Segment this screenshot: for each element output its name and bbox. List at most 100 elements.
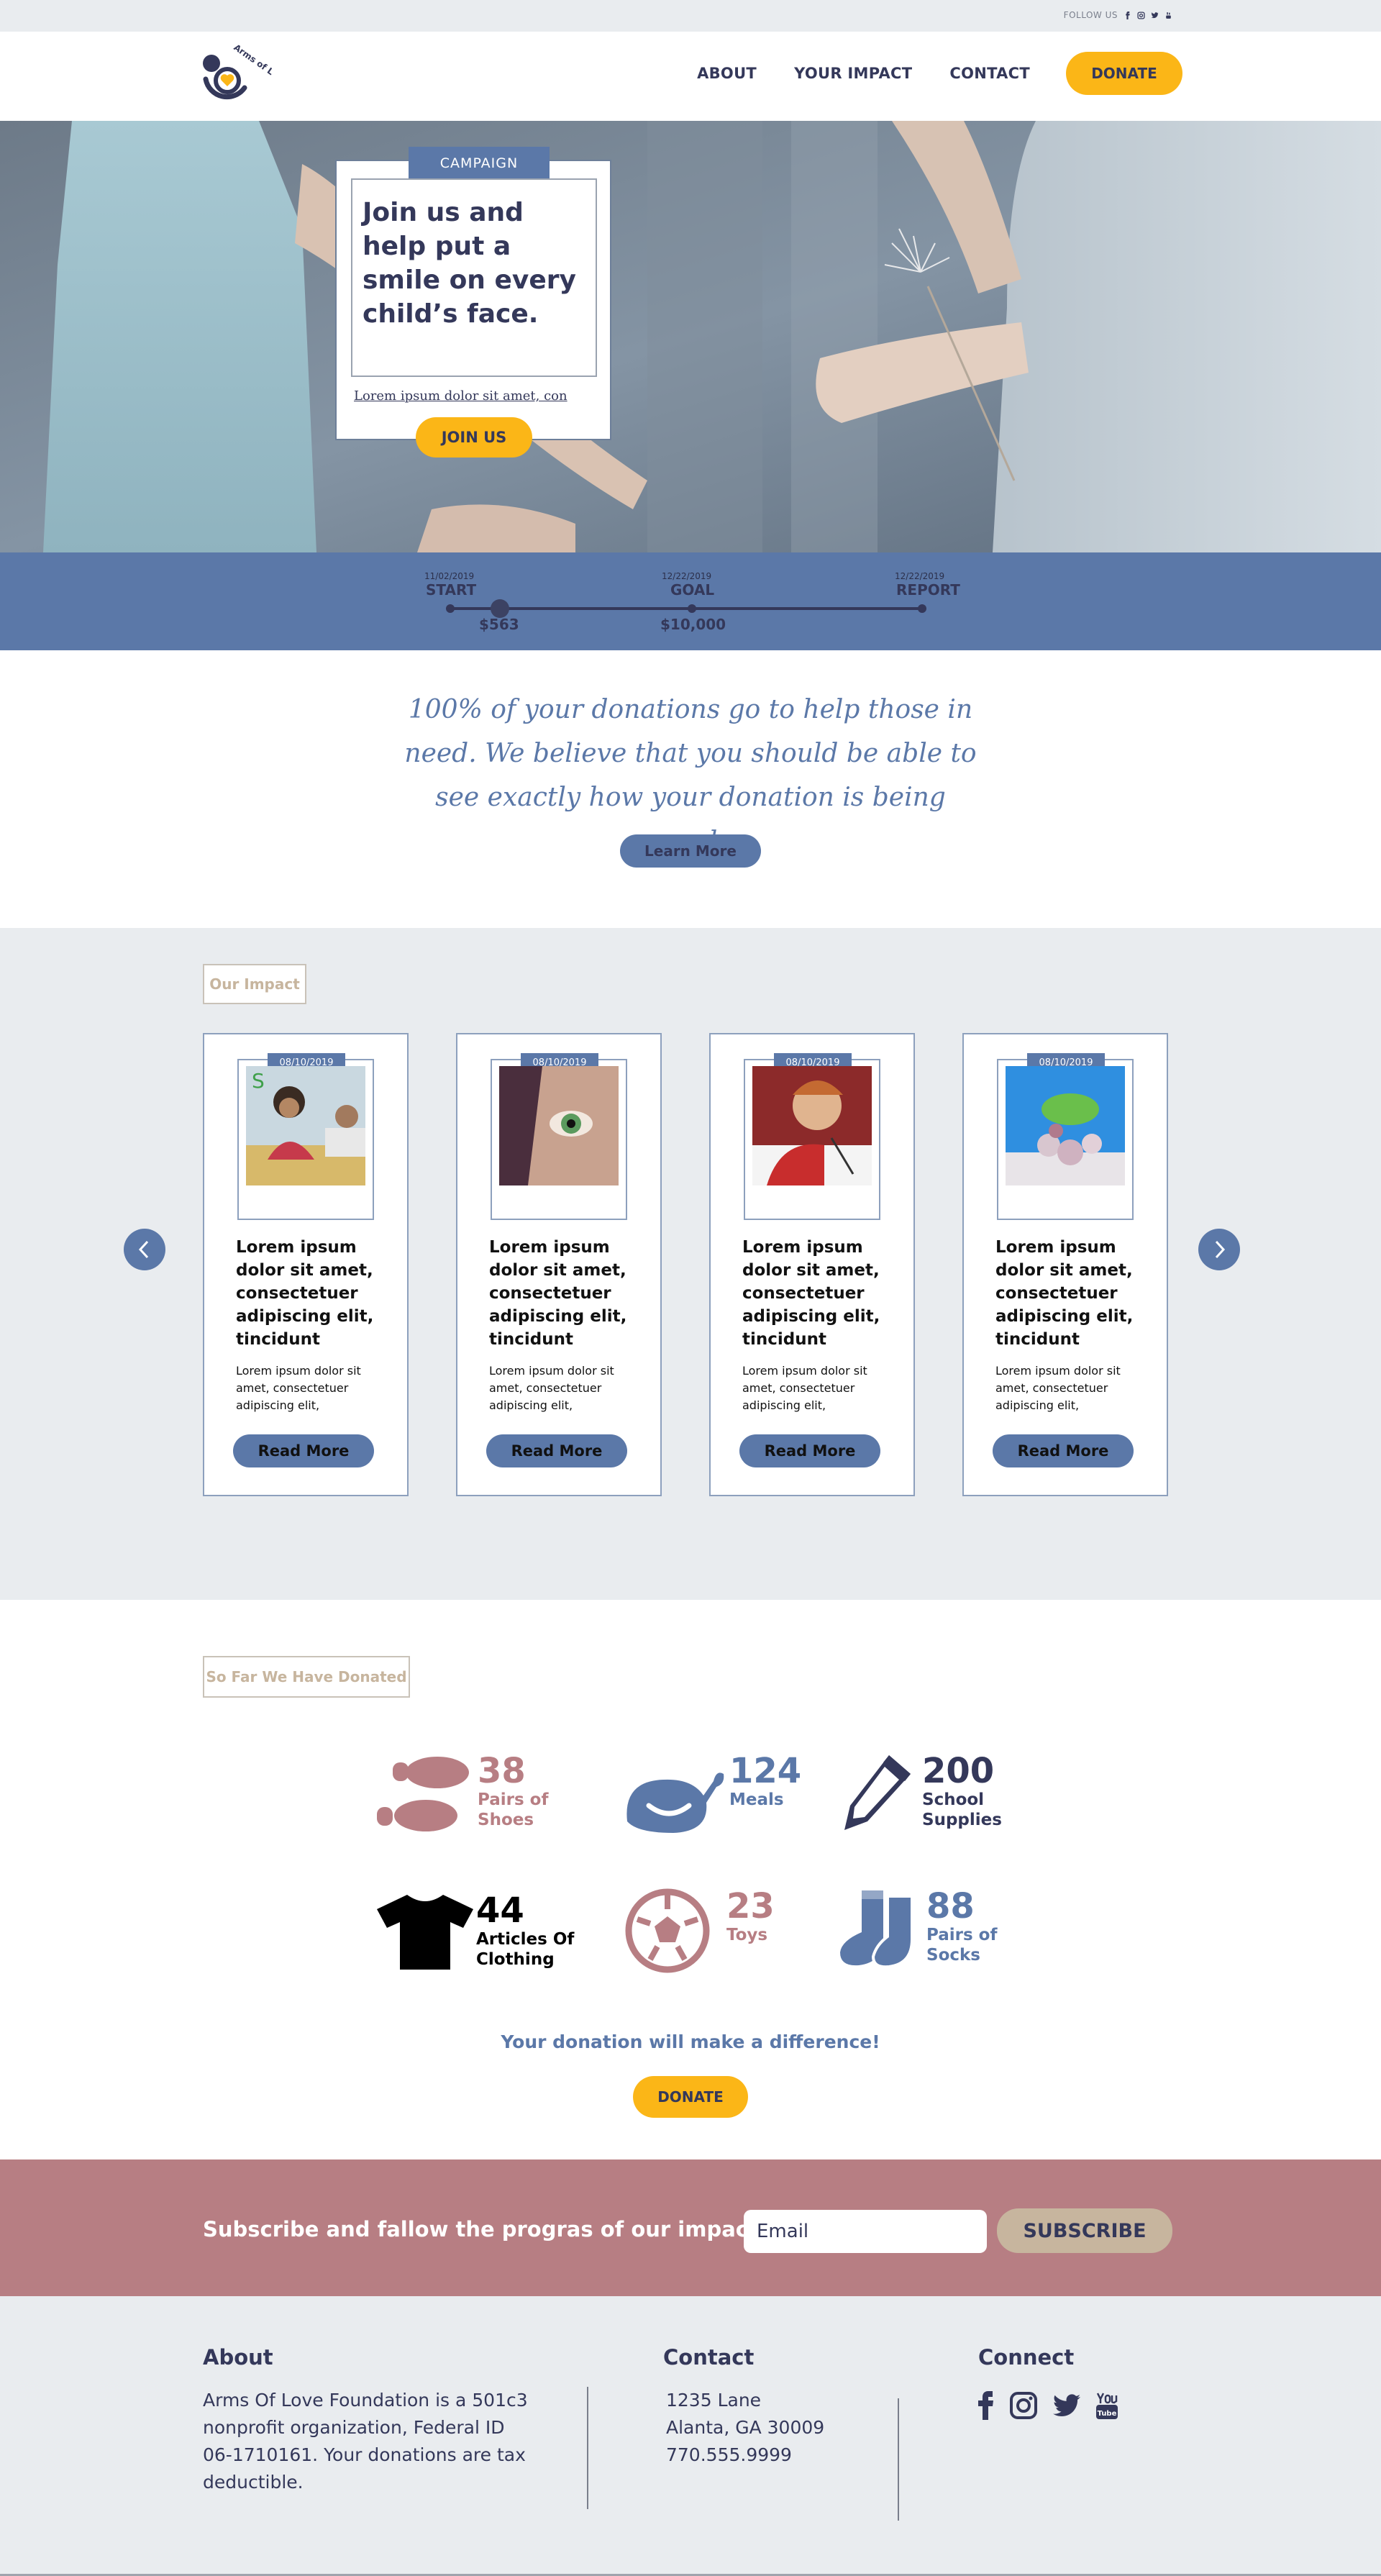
email-field[interactable] [744, 2210, 987, 2253]
site-footer: About Arms Of Love Foundation is a 501c3… [0, 2296, 1381, 2576]
impact-card: 08/10/2019 Lorem ipsum dolor sit amet, c… [709, 1033, 915, 1496]
page: FOLLOW US Arms of Love ABOUT YOUR IMPACT… [0, 0, 1381, 2576]
card-photo-flowers [1006, 1066, 1125, 1185]
amount-raised: $563 [479, 616, 519, 633]
card-photo-frame: 08/10/2019 [491, 1053, 627, 1220]
stat-number: 23 [726, 1886, 775, 1926]
mission-section: 100% of your donations go to help those … [0, 650, 1381, 928]
hero-banner: CAMPAIGN Join us and help put a smile on… [0, 121, 1381, 552]
about-line: Arms Of Love Foundation is a 501c3 [203, 2390, 528, 2411]
card-photo-child-eye [499, 1066, 619, 1185]
arms-of-love-logo[interactable]: Arms of Love [200, 43, 272, 115]
campaign-tag: CAMPAIGN [409, 147, 550, 180]
youtube-icon[interactable] [1164, 12, 1172, 19]
card-text: Lorem ipsum dolor sit amet, consectetuer… [489, 1364, 614, 1412]
main-nav: ABOUT YOUR IMPACT CONTACT DONATE [660, 52, 1182, 95]
report-label: REPORT [896, 581, 960, 599]
stat-meals: 124 Meals [623, 1752, 816, 1837]
hero-photo [0, 121, 1381, 552]
donated-label: So Far We Have Donated [203, 1656, 410, 1698]
campaign-card: CAMPAIGN Join us and help put a smile on… [335, 147, 611, 458]
nav-about[interactable]: ABOUT [697, 65, 757, 82]
card-text: Lorem ipsum dolor sit amet, consectetuer… [995, 1364, 1121, 1412]
youtube-icon[interactable]: Tube [1096, 2392, 1118, 2419]
donate-button-bottom[interactable]: DONATE [633, 2076, 748, 2118]
stat-label: Pairs of Shoes [478, 1790, 549, 1829]
read-more-button[interactable]: Read More [233, 1434, 374, 1467]
read-more-button[interactable]: Read More [486, 1434, 627, 1467]
donated-section: So Far We Have Donated 38 Pairs of Shoes… [0, 1600, 1381, 2159]
progress-track [449, 607, 924, 610]
footer-about-text: Arms Of Love Foundation is a 501c3 nonpr… [203, 2387, 591, 2496]
stat-label: Pairs of Socks [926, 1926, 998, 1965]
nav-your-impact[interactable]: YOUR IMPACT [794, 65, 912, 82]
nav-contact[interactable]: CONTACT [949, 65, 1030, 82]
soccer-ball-icon [625, 1888, 710, 1973]
carousel-prev-button[interactable] [124, 1229, 165, 1270]
read-more-button[interactable]: Read More [739, 1434, 880, 1467]
about-line: deductible. [203, 2472, 304, 2493]
card-title: Lorem ipsum dolor sit amet, consectetuer… [742, 1238, 880, 1349]
card-photo-frame: 08/10/2019 [997, 1053, 1134, 1220]
stat-school-supplies: 200 School Supplies [839, 1752, 1023, 1837]
goal-date: 12/22/2019 [662, 571, 712, 581]
impact-section: Our Impact 08/10/2019 S Lorem ipsum dolo… [0, 928, 1381, 1600]
read-more-button[interactable]: Read More [993, 1434, 1134, 1467]
card-title: Lorem ipsum dolor sit amet, consectetuer… [489, 1238, 627, 1349]
join-us-button[interactable]: JOIN US [416, 417, 532, 458]
amount-goal: $10,000 [660, 616, 726, 633]
start-label: START [426, 581, 477, 599]
socks-icon [840, 1890, 913, 1969]
twitter-icon[interactable] [1151, 12, 1159, 19]
campaign-inner-frame: Join us and help put a smile on every ch… [351, 178, 597, 377]
footer-connect-heading: Connect [978, 2345, 1075, 2370]
impact-card: 08/10/2019 Lorem ipsum dolor sit amet, c… [962, 1033, 1168, 1496]
card-photo-frame: 08/10/2019 S [237, 1053, 374, 1220]
carousel-next-button[interactable] [1198, 1229, 1240, 1270]
footer-about-heading: About [203, 2345, 273, 2370]
tshirt-icon [377, 1895, 473, 1970]
donate-button[interactable]: DONATE [1066, 52, 1182, 95]
footer-divider [898, 2398, 899, 2521]
report-date: 12/22/2019 [895, 571, 945, 581]
twitter-icon[interactable] [1053, 2394, 1080, 2417]
instagram-icon[interactable] [1137, 11, 1145, 19]
start-marker [446, 604, 455, 613]
stat-label: Articles Of Clothing [476, 1930, 575, 1969]
learn-more-button[interactable]: Learn More [620, 834, 761, 868]
campaign-title: Join us and help put a smile on every ch… [363, 198, 576, 329]
campaign-progress: 11/02/2019 START 12/22/2019 GOAL 12/22/2… [0, 552, 1381, 650]
instagram-icon[interactable] [1010, 2392, 1037, 2419]
card-photo-frame: 08/10/2019 [744, 1053, 880, 1220]
subscribe-message: Subscribe and fallow the progras of our … [203, 2217, 758, 2242]
stat-number: 88 [926, 1886, 975, 1926]
footer-divider [587, 2387, 588, 2509]
stat-shoes: 38 Pairs of Shoes [374, 1752, 585, 1837]
follow-label: FOLLOW US [1063, 10, 1118, 20]
stat-label: School Supplies [922, 1790, 1002, 1829]
stat-number: 200 [922, 1751, 995, 1791]
facebook-icon[interactable] [978, 2391, 994, 2420]
about-line: nonprofit organization, Federal ID [203, 2417, 505, 2438]
difference-message: Your donation will make a difference! [501, 2031, 880, 2052]
stat-number: 44 [476, 1890, 524, 1931]
stat-clothing: 44 Articles Of Clothing [375, 1892, 584, 1971]
card-photo-boy-writing [752, 1066, 872, 1185]
report-marker [918, 604, 926, 613]
goal-marker [688, 604, 696, 613]
card-title: Lorem ipsum dolor sit amet, consectetuer… [995, 1238, 1134, 1349]
start-date: 11/02/2019 [424, 571, 475, 581]
about-line: 06-1710161. Your donations are tax [203, 2444, 526, 2465]
card-text: Lorem ipsum dolor sit amet, consectetuer… [236, 1364, 361, 1412]
chevron-left-icon [138, 1240, 149, 1259]
contact-line: 770.555.9999 [666, 2444, 792, 2465]
top-bar: FOLLOW US [0, 0, 1381, 32]
footer-contact-text: 1235 Lane Alanta, GA 30009 770.555.9999 [666, 2387, 824, 2469]
facebook-icon[interactable] [1124, 11, 1131, 19]
footprints-icon [377, 1757, 469, 1831]
subscribe-section: Subscribe and fallow the progras of our … [0, 2159, 1381, 2296]
subscribe-button[interactable]: SUBSCRIBE [997, 2208, 1172, 2253]
campaign-link[interactable]: Lorem ipsum dolor sit amet, con [354, 388, 594, 404]
turkey-icon [626, 1772, 724, 1833]
contact-line: Alanta, GA 30009 [666, 2417, 825, 2438]
